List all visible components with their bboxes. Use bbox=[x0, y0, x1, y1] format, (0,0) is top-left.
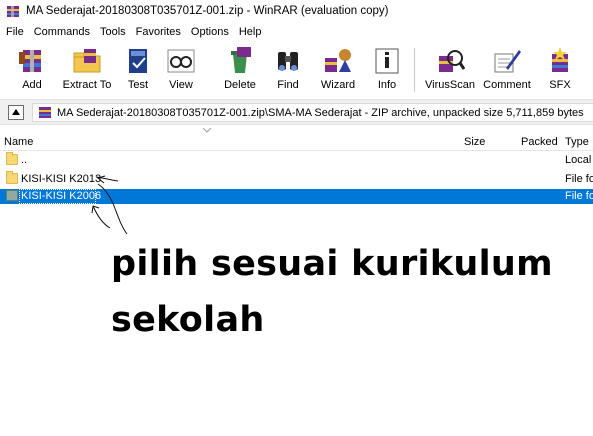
hand-drawn-arrows bbox=[91, 175, 128, 235]
annotation-line-2: sekolah bbox=[111, 300, 265, 340]
annotation-line-1: pilih sesuai kurikulum bbox=[111, 244, 553, 284]
